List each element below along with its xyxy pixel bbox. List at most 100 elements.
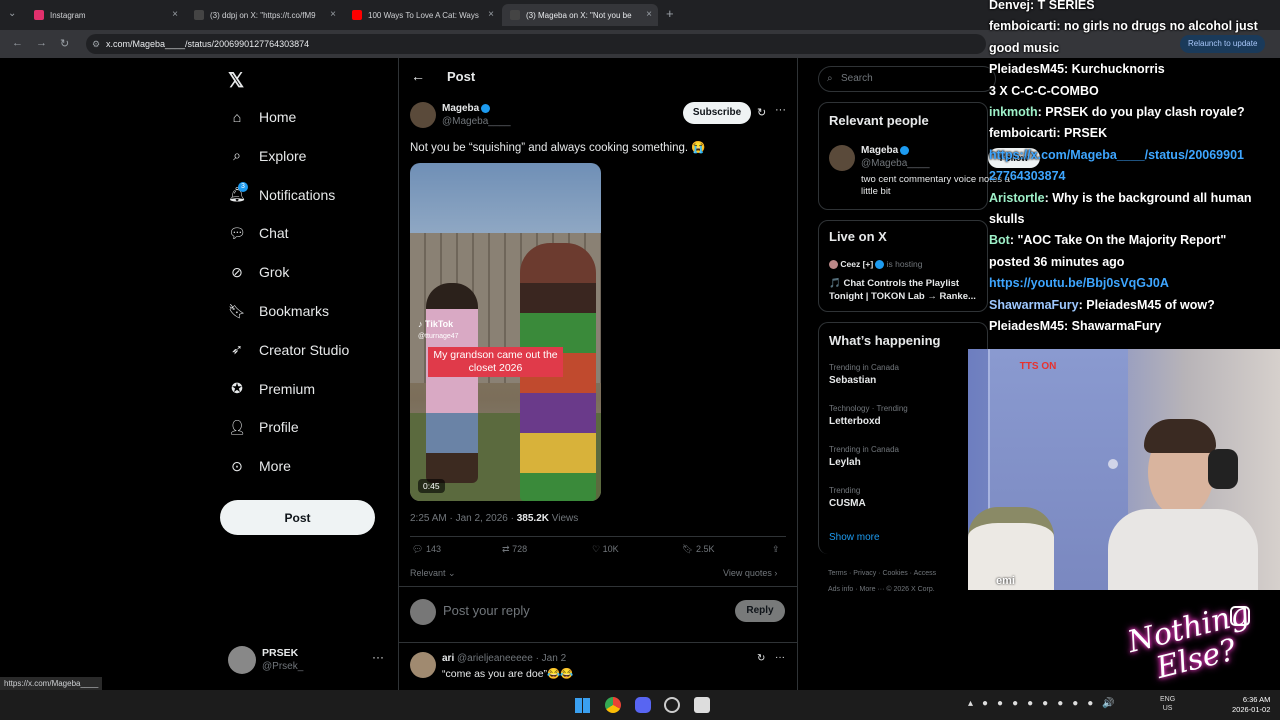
post-button[interactable]: Post: [220, 500, 375, 535]
chat-message: Denvej: T SERIES: [989, 0, 1095, 12]
nav-item-more[interactable]: ⊙ More: [228, 454, 291, 478]
reply-avatar[interactable]: [410, 652, 436, 678]
nav-label: Grok: [259, 264, 290, 281]
sort-dropdown[interactable]: Relevant ⌄: [410, 568, 456, 579]
grok-icon[interactable]: ↻: [757, 653, 765, 664]
steam-icon[interactable]: [664, 697, 680, 713]
account-name: PRSEK: [262, 647, 299, 659]
author-name-row[interactable]: Mageba: [442, 103, 491, 114]
nav-item-explore[interactable]: ⌕ Explore: [228, 144, 306, 168]
obs-icon[interactable]: [694, 697, 710, 713]
nav-item-profile[interactable]: 👤︎ Profile: [228, 415, 299, 439]
nav-item-notifications[interactable]: 🔔︎ 3 Notifications: [228, 181, 335, 207]
close-icon[interactable]: ×: [172, 9, 178, 20]
divider: [399, 642, 797, 643]
reply-action[interactable]: 💬︎ 143: [412, 544, 441, 555]
language-indicator[interactable]: ENG US: [1160, 695, 1175, 713]
view-count: 385.2K: [516, 513, 549, 524]
more-icon[interactable]: ···: [372, 650, 384, 664]
footer-links-2[interactable]: Ads info · More ··· © 2026 X Corp.: [828, 586, 935, 593]
avatar[interactable]: [829, 145, 855, 171]
chat-text: posted 36 minutes ago: [989, 254, 1125, 269]
reply-author[interactable]: ari: [442, 653, 454, 664]
url-input[interactable]: ⚙ x.com/Mageba____/status/200699012776430…: [86, 34, 986, 54]
close-icon[interactable]: ×: [646, 9, 652, 20]
forward-icon[interactable]: →: [36, 37, 47, 49]
chat-text: : PRSEK do you play clash royale?: [1037, 105, 1245, 119]
nav-item-chat[interactable]: 💬︎ Chat: [228, 221, 288, 245]
trend-item[interactable]: Trending in Canada Sebastian: [829, 363, 979, 386]
live-host-row[interactable]: Ceez [+] is hosting: [829, 259, 923, 270]
trend-meta: Trending in Canada: [829, 363, 899, 372]
bookmark-action[interactable]: 🔖︎ 2.5K: [682, 544, 714, 555]
search-input[interactable]: ⌕ Search: [818, 66, 996, 92]
trend-meta: Trending in Canada: [829, 445, 899, 454]
view-quotes-link[interactable]: View quotes ›: [723, 568, 777, 578]
start-icon[interactable]: [575, 698, 590, 713]
nav-item-premium[interactable]: ✪ Premium: [228, 377, 315, 401]
live-title[interactable]: 🎵 Chat Controls the Playlist Tonight | T…: [829, 277, 987, 303]
tab-mageba[interactable]: (3) Mageba on X: "Not you be ×: [502, 4, 658, 26]
tab-instagram[interactable]: Instagram ×: [26, 4, 184, 26]
chat-message: https://x.com/Mageba____/status/20069901: [989, 148, 1244, 162]
grok-icon[interactable]: ↻: [757, 106, 766, 119]
person-hair: [1144, 419, 1216, 453]
nav-item-bookmarks[interactable]: 🔖︎ Bookmarks: [228, 299, 329, 323]
nav-item-home[interactable]: ⌂ Home: [228, 105, 297, 129]
nav-item-grok[interactable]: ⊘ Grok: [228, 260, 289, 284]
trend-name: Letterboxd: [829, 416, 881, 427]
chat-message: 3 X C-C-C-COMBO: [989, 84, 1099, 98]
person-left: [426, 283, 478, 483]
link-overlay-icon: [1230, 606, 1250, 626]
chat-text: : T SERIES: [1030, 0, 1095, 12]
back-icon[interactable]: ←: [12, 37, 23, 49]
reply-text: “come as you are doe”😂😂: [442, 668, 574, 680]
video-player[interactable]: ♪ TikTok @tturnage47 My grandson came ou…: [410, 163, 601, 501]
reload-icon[interactable]: ↻: [60, 37, 69, 50]
chat-text: https://x.com/Mageba____/status/20069901: [989, 147, 1244, 162]
relaunch-button[interactable]: Relaunch to update: [1180, 35, 1266, 53]
divider: [399, 586, 797, 587]
more-icon[interactable]: ···: [775, 104, 786, 116]
bookmark-icon: 🔖︎: [682, 544, 694, 554]
tab-cat[interactable]: 100 Ways To Love A Cat: Ways ×: [344, 4, 500, 26]
notification-badge: 3: [238, 181, 248, 192]
account-switcher[interactable]: PRSEK @Prsek_ ···: [228, 644, 388, 676]
trend-item[interactable]: Technology · Trending Letterboxd: [829, 404, 979, 427]
show-more-link[interactable]: Show more: [829, 532, 880, 543]
tab-title: Instagram: [50, 10, 86, 20]
repost-action[interactable]: ⇄ 728: [502, 544, 527, 555]
post-column: ← Post Mageba @Mageba____ Subscribe ↻ ··…: [398, 58, 798, 720]
back-arrow-icon[interactable]: ←: [411, 68, 425, 84]
new-tab-button[interactable]: +: [666, 6, 674, 21]
clock[interactable]: 6:36 AM 2026-01-02: [1232, 695, 1270, 715]
like-action[interactable]: ♡ 10K: [592, 544, 619, 555]
youtube-icon: [352, 10, 362, 20]
reply-button[interactable]: Reply: [735, 600, 785, 622]
tab-ddpj[interactable]: (3) ddpj on X: "https://t.co/fM9 ×: [186, 4, 342, 26]
trend-item[interactable]: Trending in Canada Leylah: [829, 445, 979, 468]
reply-input[interactable]: Post your reply: [443, 603, 673, 618]
x-logo-icon[interactable]: 𝕏: [228, 68, 244, 93]
person-name[interactable]: Mageba: [861, 145, 910, 156]
footer-links[interactable]: Terms · Privacy · Cookies · Access: [828, 570, 936, 577]
chat-username: PleiadesM45: [989, 319, 1065, 333]
discord-icon[interactable]: [635, 697, 651, 713]
more-icon[interactable]: ···: [775, 652, 785, 663]
nav-label: Premium: [259, 380, 316, 397]
tray-icons[interactable]: ▴●●●●●●●●🔊: [968, 698, 1124, 709]
share-icon[interactable]: ⇪: [772, 544, 780, 555]
whats-happening-card: What’s happening Trending in Canada Sebas…: [818, 322, 988, 554]
close-icon[interactable]: ×: [330, 9, 336, 20]
close-icon[interactable]: ×: [488, 9, 494, 20]
author-avatar[interactable]: [410, 102, 436, 128]
chat-message: ShawarmaFury: PleiadesM45 of wow?: [989, 298, 1215, 312]
subscribe-button[interactable]: Subscribe: [683, 102, 751, 124]
chrome-icon[interactable]: [605, 697, 621, 713]
chat-message: femboicarti: PRSEK: [989, 126, 1107, 140]
chat-message: Aristortle: Why is the background all hu…: [989, 191, 1252, 205]
tab-search-icon[interactable]: ⌄: [8, 8, 16, 19]
nav-item-creator-studio[interactable]: ➶ Creator Studio: [228, 338, 349, 362]
trend-item[interactable]: Trending CUSMA: [829, 486, 979, 509]
site-info-icon[interactable]: ⚙: [92, 34, 100, 54]
